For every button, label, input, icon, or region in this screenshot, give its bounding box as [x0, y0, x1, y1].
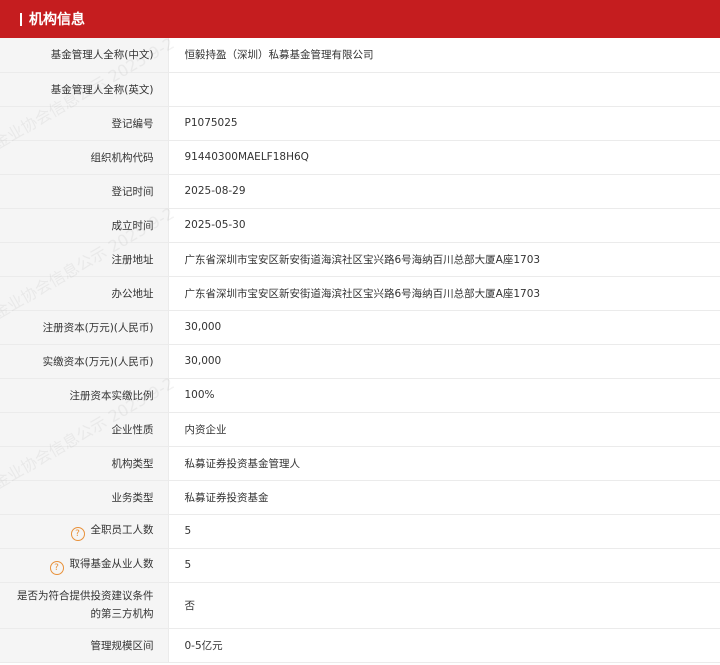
- table-row: 成立时间 2025-05-30: [0, 208, 720, 243]
- section-header: 机构信息: [0, 0, 720, 38]
- row-label-cell: ? 全职员工人数: [0, 514, 169, 549]
- table-row: 实缴资本(万元)(人民币) 30,000: [0, 344, 720, 379]
- table-row: 办公地址 广东省深圳市宝安区新安街道海滨社区宝兴路6号海纳百川总部大厦A座170…: [0, 276, 720, 311]
- table-row: 注册资本实缴比例 100%: [0, 378, 720, 413]
- row-label: 基金管理人全称(英文): [0, 72, 169, 107]
- table-row: 管理规模区间 0-5亿元: [0, 628, 720, 663]
- row-value: 91440300MAELF18H6Q: [168, 140, 720, 175]
- row-value: 广东省深圳市宝安区新安街道海滨社区宝兴路6号海纳百川总部大厦A座1703: [168, 276, 720, 311]
- row-label: 组织机构代码: [0, 140, 169, 175]
- row-value: 私募证券投资基金: [168, 480, 720, 515]
- row-label: 注册地址: [0, 242, 169, 277]
- row-value: 2025-08-29: [168, 174, 720, 209]
- row-label-cell: 是否为符合提供投资建议条件 的第三方机构: [0, 582, 169, 629]
- row-label: 机构类型: [0, 446, 169, 481]
- row-value: 100%: [168, 378, 720, 413]
- row-label: 业务类型: [0, 480, 169, 515]
- row-label: 成立时间: [0, 208, 169, 243]
- table-row: 注册资本(万元)(人民币) 30,000: [0, 310, 720, 345]
- row-value: 30,000: [168, 310, 720, 345]
- row-label: 基金管理人全称(中文): [0, 38, 169, 73]
- row-value: [168, 72, 720, 107]
- row-label: 注册资本(万元)(人民币): [0, 310, 169, 345]
- table-row: ? 取得基金从业人数 5: [0, 548, 720, 583]
- table-row: 业务类型 私募证券投资基金: [0, 480, 720, 515]
- row-value: 30,000: [168, 344, 720, 379]
- row-value: 5: [168, 514, 720, 549]
- question-icon[interactable]: ?: [49, 560, 64, 575]
- table-row: 登记时间 2025-08-29: [0, 174, 720, 209]
- row-label: 注册资本实缴比例: [0, 378, 169, 413]
- table-row: 登记编号 P1075025: [0, 106, 720, 141]
- table-row: 机构类型 私募证券投资基金管理人: [0, 446, 720, 481]
- question-icon[interactable]: ?: [70, 526, 85, 541]
- row-label: 办公地址: [0, 276, 169, 311]
- row-value: 0-5亿元: [168, 628, 720, 663]
- row-value: 否: [168, 582, 720, 629]
- table-row: 基金管理人全称(中文) 恒毅持盈（深圳）私募基金管理有限公司: [0, 38, 720, 73]
- row-label: 管理规模区间: [0, 628, 169, 663]
- row-label: 企业性质: [0, 412, 169, 447]
- row-label-line1: 是否为符合提供投资建议条件: [17, 590, 154, 602]
- table-row: 基金管理人全称(英文): [0, 72, 720, 107]
- table-row: 组织机构代码 91440300MAELF18H6Q: [0, 140, 720, 175]
- row-value: 广东省深圳市宝安区新安街道海滨社区宝兴路6号海纳百川总部大厦A座1703: [168, 242, 720, 277]
- header-accent-bar: [20, 12, 22, 26]
- row-label: 实缴资本(万元)(人民币): [0, 344, 169, 379]
- table-row: 是否为符合提供投资建议条件 的第三方机构 否: [0, 582, 720, 629]
- row-label: 取得基金从业人数: [69, 557, 154, 570]
- row-label: 登记编号: [0, 106, 169, 141]
- row-label-cell: ? 取得基金从业人数: [0, 548, 169, 583]
- row-value: 内资企业: [168, 412, 720, 447]
- table-row: ? 全职员工人数 5: [0, 514, 720, 549]
- table-row: 企业性质 内资企业: [0, 412, 720, 447]
- row-value: 恒毅持盈（深圳）私募基金管理有限公司: [168, 38, 720, 73]
- info-table: 基金管理人全称(中文) 恒毅持盈（深圳）私募基金管理有限公司 基金管理人全称(英…: [0, 38, 720, 663]
- row-label: 全职员工人数: [90, 523, 154, 536]
- row-value: P1075025: [168, 106, 720, 141]
- row-value: 2025-05-30: [168, 208, 720, 243]
- section-title: 机构信息: [29, 12, 85, 28]
- row-value: 私募证券投资基金管理人: [168, 446, 720, 481]
- row-value: 5: [168, 548, 720, 583]
- row-label: 登记时间: [0, 174, 169, 209]
- table-row: 注册地址 广东省深圳市宝安区新安街道海滨社区宝兴路6号海纳百川总部大厦A座170…: [0, 242, 720, 277]
- row-label-line2: 的第三方机构: [90, 608, 154, 620]
